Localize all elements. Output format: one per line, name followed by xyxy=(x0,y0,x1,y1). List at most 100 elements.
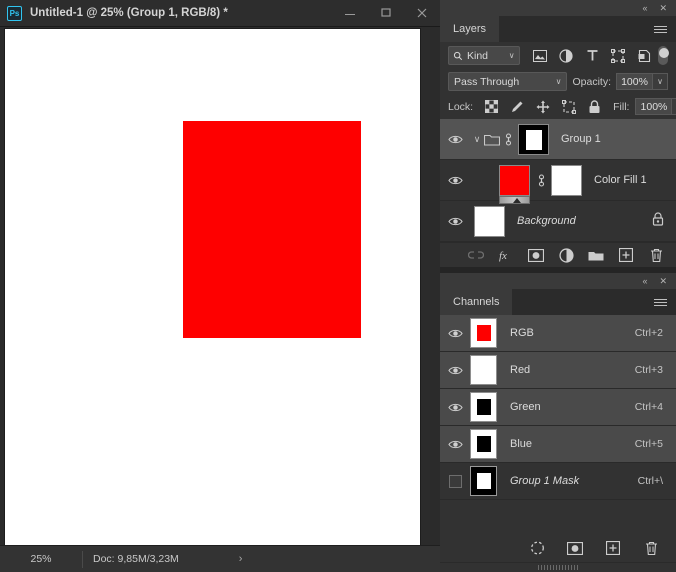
red-channel-thumbnail[interactable] xyxy=(470,355,497,385)
fill-value[interactable]: 100% xyxy=(635,98,673,115)
layer-visibility-toggle[interactable] xyxy=(440,216,470,227)
layer-name: Background xyxy=(517,215,576,227)
lock-transparency-icon[interactable] xyxy=(485,100,499,114)
lock-all-icon[interactable] xyxy=(588,99,601,114)
collapse-panels-icon[interactable]: « xyxy=(642,3,647,13)
close-panel-icon[interactable]: ✕ xyxy=(659,276,667,286)
new-adjustment-layer-icon[interactable] xyxy=(558,247,574,263)
opacity-chevron-icon[interactable]: ∨ xyxy=(653,73,668,90)
visibility-empty-box-icon xyxy=(448,474,462,488)
maximize-button[interactable] xyxy=(368,0,404,27)
svg-text:fx: fx xyxy=(499,250,507,262)
delete-channel-icon[interactable] xyxy=(643,540,659,556)
fill-layer-thumbnail[interactable] xyxy=(499,164,530,204)
rgb-composite-thumbnail[interactable] xyxy=(470,318,497,348)
group-mask-thumbnail[interactable] xyxy=(470,466,497,496)
opacity-value[interactable]: 100% xyxy=(616,73,653,90)
filter-enable-toggle[interactable] xyxy=(657,46,670,65)
channel-visibility-toggle[interactable] xyxy=(440,328,470,339)
fill-chevron-icon[interactable]: ∨ xyxy=(672,98,676,115)
filter-kind-label: Kind xyxy=(467,49,489,62)
chevron-down-icon: ∨ xyxy=(508,51,515,60)
new-group-icon[interactable] xyxy=(588,247,604,263)
document-canvas[interactable] xyxy=(5,29,420,545)
delete-layer-icon[interactable] xyxy=(648,247,664,263)
lock-artboard-nesting-icon[interactable] xyxy=(562,99,577,114)
close-panel-icon[interactable]: ✕ xyxy=(659,3,667,13)
search-icon xyxy=(453,51,463,60)
channel-row-red[interactable]: Red Ctrl+3 xyxy=(440,352,676,389)
new-layer-icon[interactable] xyxy=(618,247,634,263)
window-controls xyxy=(332,0,440,27)
document-window: Ps Untitled-1 @ 25% (Group 1, RGB/8) * 2… xyxy=(0,0,440,572)
tab-layers[interactable]: Layers xyxy=(440,16,501,42)
layer-row-group-1[interactable]: ∨ Group 1 xyxy=(440,119,676,160)
channel-row-group-1-mask[interactable]: Group 1 Mask Ctrl+\ xyxy=(440,463,676,500)
minimize-button[interactable] xyxy=(332,0,368,27)
blend-mode-value: Pass Through xyxy=(454,75,520,88)
channels-panel-footer xyxy=(440,534,676,562)
type-layer-filter-icon[interactable] xyxy=(585,48,600,63)
group-mask-thumbnail[interactable] xyxy=(518,123,549,155)
lock-image-pixels-icon[interactable] xyxy=(510,100,524,114)
close-button[interactable] xyxy=(404,0,440,27)
channel-name: Group 1 Mask xyxy=(510,475,580,487)
add-layer-mask-icon[interactable] xyxy=(528,247,544,263)
channel-shortcut: Ctrl+2 xyxy=(634,327,663,339)
zoom-level[interactable]: 25% xyxy=(0,553,82,565)
layers-panel-menu-button[interactable] xyxy=(654,16,676,42)
hamburger-menu-icon xyxy=(654,297,667,308)
smart-object-filter-icon[interactable] xyxy=(637,48,652,63)
new-channel-icon[interactable] xyxy=(605,540,621,556)
channels-panel-menu-button[interactable] xyxy=(654,289,676,315)
layer-row-background[interactable]: Background xyxy=(440,201,676,242)
blue-channel-thumbnail[interactable] xyxy=(470,429,497,459)
lock-position-icon[interactable] xyxy=(536,100,550,114)
layer-mask-thumbnail[interactable] xyxy=(551,164,582,196)
opacity-control[interactable]: 100% ∨ xyxy=(616,73,668,90)
red-rectangle[interactable] xyxy=(183,121,361,338)
document-size: Doc: 9,85M/3,23M xyxy=(93,553,179,565)
fill-control[interactable]: 100% ∨ xyxy=(635,98,676,115)
padlock-icon xyxy=(652,211,664,231)
layer-style-fx-icon[interactable]: fx xyxy=(498,247,514,263)
channel-visibility-toggle[interactable] xyxy=(440,474,470,488)
collapse-panels-icon[interactable]: « xyxy=(642,276,647,286)
link-mask-icon[interactable] xyxy=(501,132,515,147)
channel-visibility-toggle[interactable] xyxy=(440,402,470,413)
panel-column: « ✕ Layers Kind ∨ Pass Through ∨ Opacity… xyxy=(440,0,676,572)
folder-icon xyxy=(484,133,501,146)
channel-list: RGB Ctrl+2 Red Ctrl+3 Green Ctrl+4 Blue … xyxy=(440,315,676,500)
panel-resize-strip[interactable] xyxy=(440,562,676,572)
link-mask-icon[interactable] xyxy=(534,173,548,188)
layers-panel: « ✕ Layers Kind ∨ Pass Through ∨ Opacity… xyxy=(440,0,676,267)
photoshop-window: Ps Untitled-1 @ 25% (Group 1, RGB/8) * 2… xyxy=(0,0,676,572)
status-expand-arrow-icon[interactable]: › xyxy=(239,553,243,565)
channel-row-blue[interactable]: Blue Ctrl+5 xyxy=(440,426,676,463)
load-channel-as-selection-icon[interactable] xyxy=(529,540,545,556)
channels-panel-topbar: « ✕ xyxy=(440,273,676,289)
link-layers-icon[interactable] xyxy=(468,247,484,263)
blend-mode-select[interactable]: Pass Through ∨ xyxy=(448,72,568,91)
channels-panel: « ✕ Channels RGB Ctrl+2 Red Ctrl+3 Green… xyxy=(440,273,676,500)
channel-visibility-toggle[interactable] xyxy=(440,439,470,450)
layer-visibility-toggle[interactable] xyxy=(440,175,470,186)
layer-list: ∨ Group 1 Color Fill 1 Background xyxy=(440,119,676,242)
channel-row-green[interactable]: Green Ctrl+4 xyxy=(440,389,676,426)
layer-row-color-fill-1[interactable]: Color Fill 1 xyxy=(440,160,676,204)
channel-visibility-toggle[interactable] xyxy=(440,365,470,376)
green-channel-thumbnail[interactable] xyxy=(470,392,497,422)
background-thumbnail[interactable] xyxy=(474,205,505,237)
pixel-layer-filter-icon[interactable] xyxy=(533,48,548,63)
shape-layer-filter-icon[interactable] xyxy=(611,48,626,63)
group-disclosure-icon[interactable]: ∨ xyxy=(470,134,484,145)
layers-panel-footer: fx xyxy=(440,242,676,267)
save-selection-as-channel-icon[interactable] xyxy=(567,540,583,556)
channel-row-rgb[interactable]: RGB Ctrl+2 xyxy=(440,315,676,352)
document-size-area: Doc: 9,85M/3,23M › xyxy=(82,550,282,568)
adjustment-layer-filter-icon[interactable] xyxy=(559,48,574,63)
filter-kind-select[interactable]: Kind ∨ xyxy=(448,46,520,65)
layer-visibility-toggle[interactable] xyxy=(440,134,470,145)
tab-channels[interactable]: Channels xyxy=(440,289,514,315)
canvas-area[interactable] xyxy=(0,27,440,545)
